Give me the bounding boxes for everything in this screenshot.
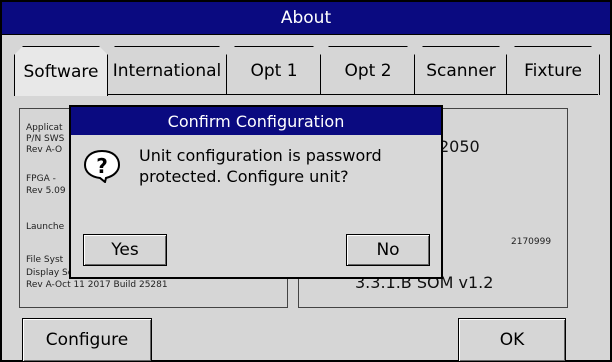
tab-opt-1[interactable]: Opt 1: [226, 46, 322, 95]
about-window: About Software International Opt 1 Opt 2…: [0, 0, 612, 362]
svg-text:?: ?: [96, 154, 108, 178]
yes-button[interactable]: Yes: [83, 234, 167, 266]
info-line: P/N SWS: [26, 134, 65, 144]
configure-button[interactable]: Configure: [22, 318, 152, 362]
tab-international[interactable]: International: [106, 46, 228, 95]
dialog-title: Confirm Configuration: [71, 107, 441, 135]
dialog-message: Unit configuration is password protected…: [139, 145, 429, 187]
info-line: Rev A-Oct 11 2017 Build 25281: [26, 280, 168, 290]
no-button[interactable]: No: [346, 234, 430, 266]
ok-button[interactable]: OK: [458, 318, 566, 362]
info-line: FPGA -: [26, 174, 56, 184]
info-line: Rev A-O: [26, 145, 63, 155]
info-line: File Syst: [26, 255, 64, 265]
confirm-dialog: Confirm Configuration ? Unit configurati…: [69, 105, 443, 279]
info-line: Rev 5.09: [26, 186, 66, 196]
tab-fixture[interactable]: Fixture: [506, 46, 600, 95]
dialog-message-line: Unit configuration is password: [139, 146, 382, 165]
info-value: 2050: [439, 137, 480, 156]
dialog-message-line: protected. Configure unit?: [139, 167, 349, 186]
window-title: About: [2, 2, 610, 35]
tab-opt-2[interactable]: Opt 2: [320, 46, 416, 95]
info-line: Applicat: [26, 123, 63, 133]
question-icon: ?: [83, 149, 121, 183]
info-value: 2170999: [511, 237, 552, 247]
info-line: Launche: [26, 222, 65, 232]
tab-software[interactable]: Software: [14, 46, 108, 96]
tab-scanner[interactable]: Scanner: [414, 46, 508, 95]
